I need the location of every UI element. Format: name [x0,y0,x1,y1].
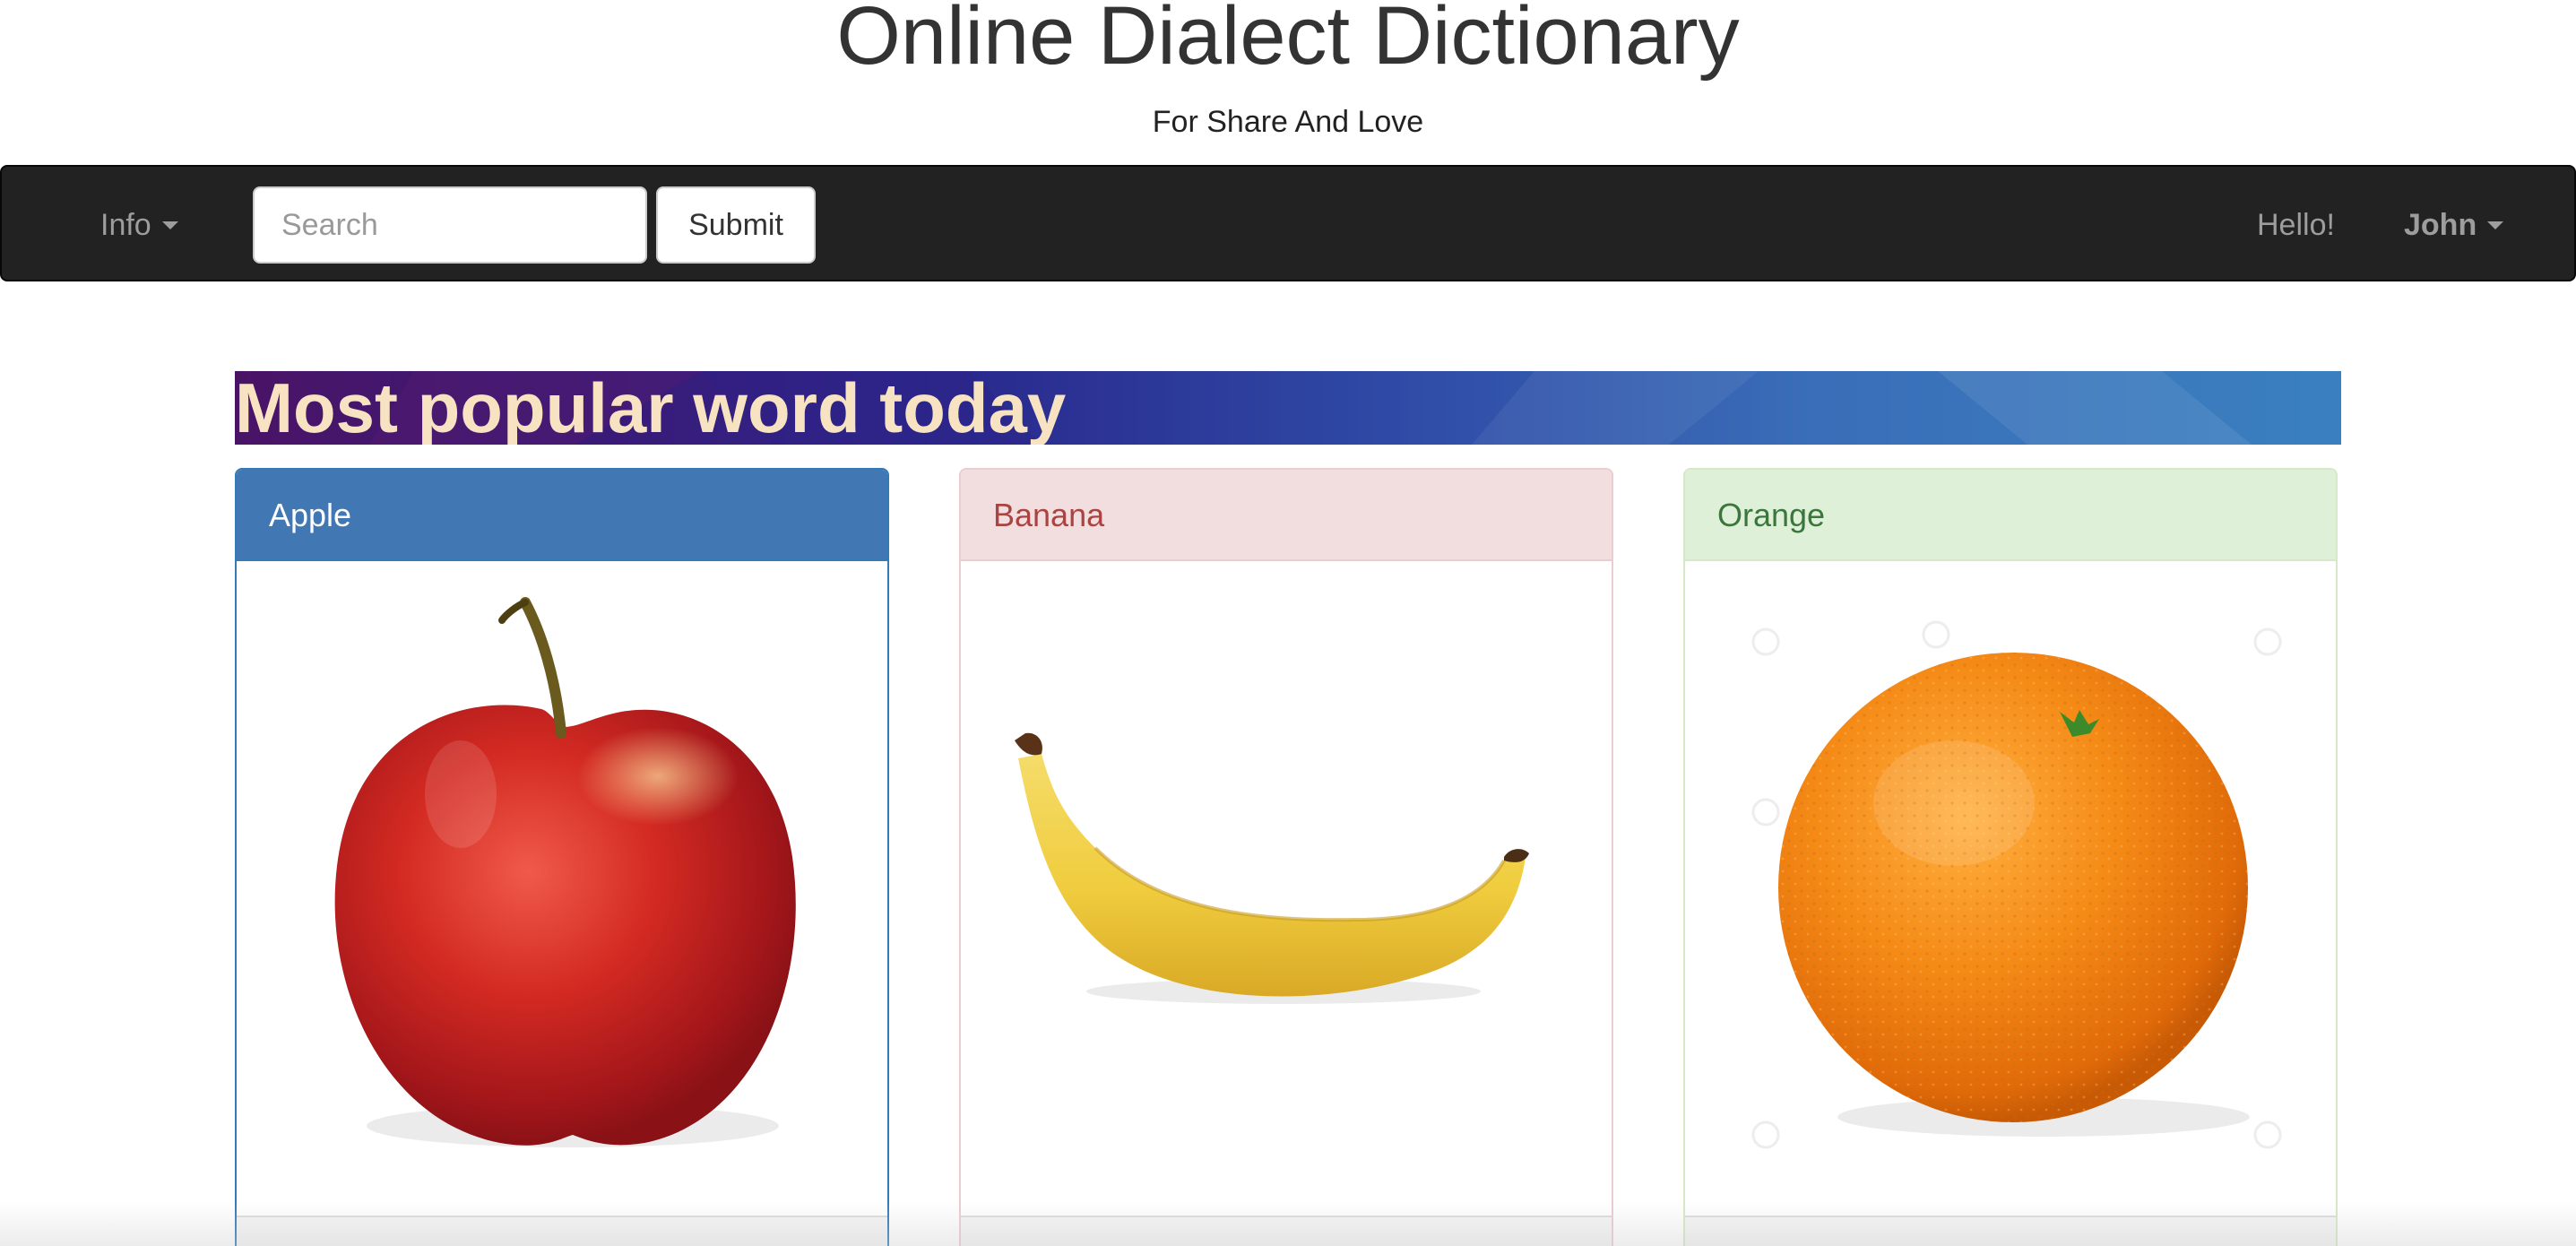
orange-image [1751,620,2282,1149]
word-card-title[interactable]: Orange [1685,470,2336,561]
site-subtitle: For Share And Love [1152,105,1424,139]
banana-image [1015,732,1529,1004]
popular-word-banner: Most popular word today [235,371,2341,445]
info-dropdown[interactable]: Info [100,206,178,244]
caret-down-icon [2487,221,2504,229]
submit-button[interactable]: Submit [656,186,816,264]
page: Online Dialect Dictionary For Share And … [0,0,2576,1246]
word-card-footer [961,1216,1612,1246]
banner-title: Most popular word today [235,371,1067,445]
info-dropdown-label: Info [100,208,151,242]
word-card-apple[interactable]: Apple [235,468,889,1246]
user-name: John [2404,208,2477,242]
word-card-banana[interactable]: Banana [959,468,1613,1246]
word-card-title[interactable]: Apple [237,470,887,561]
word-card-body [1685,561,2336,1216]
word-card-body [237,561,887,1216]
caret-down-icon [161,221,178,229]
word-card-body [961,561,1612,1216]
word-card-footer [1685,1216,2336,1246]
site-title: Online Dialect Dictionary [836,0,1740,82]
search-input[interactable] [253,186,647,264]
user-menu-dropdown[interactable]: John [2404,206,2504,244]
navbar: Info Submit Hello! John [0,165,2576,281]
greeting-text: Hello! [2257,208,2335,242]
word-card-orange[interactable]: Orange [1683,468,2338,1246]
word-card-title[interactable]: Banana [961,470,1612,561]
apple-image [334,597,796,1147]
word-card-footer [237,1216,887,1246]
